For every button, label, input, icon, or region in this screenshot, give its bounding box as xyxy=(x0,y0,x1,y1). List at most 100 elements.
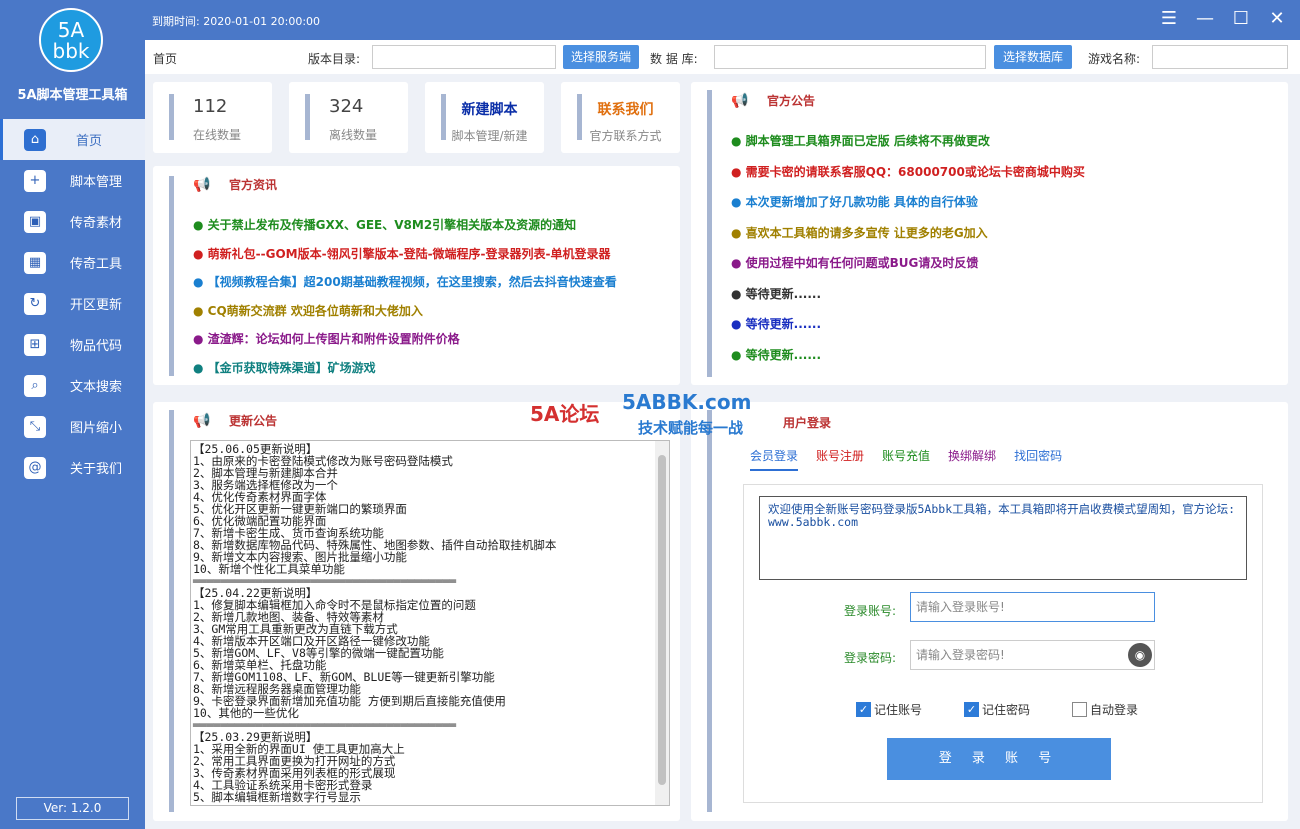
news-item[interactable]: ● 【视频教程合集】超200期基础教程视频，在这里搜索，然后去抖音快速查看 xyxy=(193,273,617,290)
watermark-en: 5ABBK.com xyxy=(622,390,752,414)
tab-rebind[interactable]: 换绑解绑 xyxy=(948,447,996,471)
sidebar-item-script-manage[interactable]: + 脚本管理 xyxy=(0,160,145,201)
sidebar: 5A bbk 5A脚本管理工具箱 ⌂ 首页 + 脚本管理 ▣ 传奇素材 ▦ 传奇工具 ↻… xyxy=(0,0,145,829)
sidebar-item-about[interactable]: @ 关于我们 xyxy=(0,447,145,488)
eye-icon[interactable]: ◉ xyxy=(1128,643,1152,667)
offline-count-card: 324 离线数量 xyxy=(289,82,408,153)
close-icon[interactable]: ✕ xyxy=(1266,8,1288,30)
checkbox-label: 记住密码 xyxy=(982,703,1031,717)
announce-item[interactable]: ● 本次更新增加了好几款功能 具体的自行体验 xyxy=(731,193,978,210)
window-controls: ☰ — ☐ ✕ xyxy=(1158,8,1288,30)
online-count-card: 112 在线数量 xyxy=(153,82,272,153)
new-script-subtitle: 脚本管理/新建 xyxy=(451,129,528,143)
sidebar-item-label: 脚本管理 xyxy=(70,175,123,190)
remember-account-checkbox[interactable]: ✓ 记住账号 xyxy=(856,701,922,718)
search-icon: ⌕ xyxy=(24,374,46,397)
login-header: 用户登录 xyxy=(783,414,831,431)
offline-count: 324 xyxy=(329,96,364,117)
version-label: Ver: 1.2.0 xyxy=(16,797,129,820)
news-item[interactable]: ● 渣渣辉：论坛如何上传图片和附件设置附件价格 xyxy=(193,330,460,347)
home-icon: ⌂ xyxy=(24,128,46,151)
tab-recover-password[interactable]: 找回密码 xyxy=(1014,447,1062,471)
update-notes-textarea[interactable]: 【25.06.05更新说明】 1、由原来的卡密登陆模式修改为账号密码登陆模式 2… xyxy=(190,440,670,806)
app-title: 5A脚本管理工具箱 xyxy=(17,88,128,103)
announce-item[interactable]: ● 等待更新...... xyxy=(731,285,821,302)
announce-item[interactable]: ● 脚本管理工具箱界面已定版 后续将不再做更改 xyxy=(731,132,990,149)
login-button[interactable]: 登 录 账 号 xyxy=(887,738,1111,780)
app-logo: 5A bbk xyxy=(39,8,103,72)
refresh-icon: ↻ xyxy=(24,292,46,315)
sidebar-item-server-update[interactable]: ↻ 开区更新 xyxy=(0,283,145,324)
password-input[interactable]: 请输入登录密码! xyxy=(910,640,1155,670)
checkbox-label: 记住账号 xyxy=(874,703,923,717)
sidebar-item-materials[interactable]: ▣ 传奇素材 xyxy=(0,201,145,242)
select-database-button[interactable]: 选择数据库 xyxy=(994,45,1072,69)
contact-subtitle: 官方联系方式 xyxy=(589,129,662,143)
announce-item[interactable]: ● 等待更新...... xyxy=(731,346,821,363)
news-item[interactable]: ● 【金币获取特殊渠道】矿场游戏 xyxy=(193,359,376,376)
checkbox-unchecked-icon xyxy=(1072,702,1087,717)
breadcrumb-home: 首页 xyxy=(153,52,178,66)
sidebar-item-home[interactable]: ⌂ 首页 xyxy=(0,119,145,160)
scrollbar[interactable] xyxy=(655,441,669,805)
card-accent-bar xyxy=(169,94,174,140)
game-name-input[interactable] xyxy=(1152,45,1288,69)
checkbox-label: 自动登录 xyxy=(1090,703,1139,717)
announce-item[interactable]: ● 需要卡密的请联系客服QQ：68000700或论坛卡密商城中购买 xyxy=(731,163,1085,180)
contact-card[interactable]: 联系我们 官方联系方式 xyxy=(561,82,680,153)
tab-recharge[interactable]: 账号充值 xyxy=(882,447,930,471)
toolbar: 首页 版本目录: 选择服务端 数 据 库: 选择数据库 游戏名称: xyxy=(145,40,1300,74)
expire-time: 到期时间: 2020-01-01 20:00:00 xyxy=(152,15,321,28)
news-item[interactable]: ● CQ萌新交流群 欢迎各位萌新和大佬加入 xyxy=(193,302,423,319)
offline-label: 离线数量 xyxy=(329,128,378,142)
card-accent-bar xyxy=(305,94,310,140)
plus-box-icon: + xyxy=(24,169,46,192)
version-dir-input[interactable] xyxy=(372,45,556,69)
megaphone-icon: 📢 xyxy=(193,176,211,193)
account-input[interactable]: 请输入登录账号! xyxy=(910,592,1155,622)
welcome-message: 欢迎使用全新账号密码登录版5Abbk工具箱，本工具箱即将开启收费模式望周知，官方… xyxy=(759,496,1247,580)
sidebar-nav: ⌂ 首页 + 脚本管理 ▣ 传奇素材 ▦ 传奇工具 ↻ 开区更新 ⊞ 物品代码 ⌕ 文本搜索 … xyxy=(0,119,145,488)
watermark-cn: 5A论坛 xyxy=(530,402,600,426)
sidebar-item-item-codes[interactable]: ⊞ 物品代码 xyxy=(0,324,145,365)
sidebar-item-text-search[interactable]: ⌕ 文本搜索 xyxy=(0,365,145,406)
forum-watermark: 5A论坛 5ABBK.com 技术赋能每一战 xyxy=(530,380,790,440)
megaphone-icon: 📢 xyxy=(193,412,211,429)
announce-title: 官方公告 xyxy=(767,94,816,108)
version-dir-label: 版本目录: xyxy=(308,52,361,66)
announce-item[interactable]: ● 喜欢本工具箱的请多多宣传 让更多的老G加入 xyxy=(731,224,988,241)
announce-panel: 📢 官方公告 ● 脚本管理工具箱界面已定版 后续将不再做更改 ● 需要卡密的请联系客… xyxy=(691,82,1288,385)
login-title: 用户登录 xyxy=(783,416,832,430)
megaphone-icon: 📢 xyxy=(731,92,749,109)
announce-item[interactable]: ● 等待更新...... xyxy=(731,315,821,332)
online-label: 在线数量 xyxy=(193,128,242,142)
sidebar-item-label: 关于我们 xyxy=(70,462,123,477)
network-icon: ⊞ xyxy=(24,333,46,356)
announce-item[interactable]: ● 使用过程中如有任何问题或BUG请及时反馈 xyxy=(731,254,978,271)
news-item[interactable]: ● 萌新礼包--GOM版本-翎风引擎版本-登陆-微端程序-登录器列表-单机登录器 xyxy=(193,245,611,262)
news-title: 官方资讯 xyxy=(229,178,278,192)
update-title: 更新公告 xyxy=(229,414,278,428)
sidebar-item-tools[interactable]: ▦ 传奇工具 xyxy=(0,242,145,283)
new-script-card[interactable]: 新建脚本 脚本管理/新建 xyxy=(425,82,544,153)
maximize-icon[interactable]: ☐ xyxy=(1230,8,1252,30)
database-input[interactable] xyxy=(714,45,986,69)
watermark-slogan: 技术赋能每一战 xyxy=(638,419,744,437)
database-label: 数 据 库: xyxy=(650,52,698,66)
news-item[interactable]: ● 关于禁止发布及传播GXX、GEE、V8M2引擎相关版本及资源的通知 xyxy=(193,216,576,233)
announce-header: 📢 官方公告 xyxy=(731,92,815,109)
panel-accent-bar xyxy=(169,176,174,376)
tab-member-login[interactable]: 会员登录 xyxy=(750,447,799,471)
account-label: 登录账号: xyxy=(844,604,897,618)
minimize-icon[interactable]: — xyxy=(1194,8,1216,30)
sidebar-item-image-shrink[interactable]: ⤡ 图片缩小 xyxy=(0,406,145,447)
checkbox-checked-icon: ✓ xyxy=(856,702,871,717)
new-script-title: 新建脚本 xyxy=(461,102,518,118)
remember-password-checkbox[interactable]: ✓ 记住密码 xyxy=(964,701,1030,718)
logo-line1: 5A xyxy=(57,18,85,42)
select-server-button[interactable]: 选择服务端 xyxy=(563,45,639,69)
auto-login-checkbox[interactable]: 自动登录 xyxy=(1072,701,1138,718)
scrollbar-thumb[interactable] xyxy=(658,455,666,785)
menu-icon[interactable]: ☰ xyxy=(1158,8,1180,30)
tab-register[interactable]: 账号注册 xyxy=(816,447,864,471)
